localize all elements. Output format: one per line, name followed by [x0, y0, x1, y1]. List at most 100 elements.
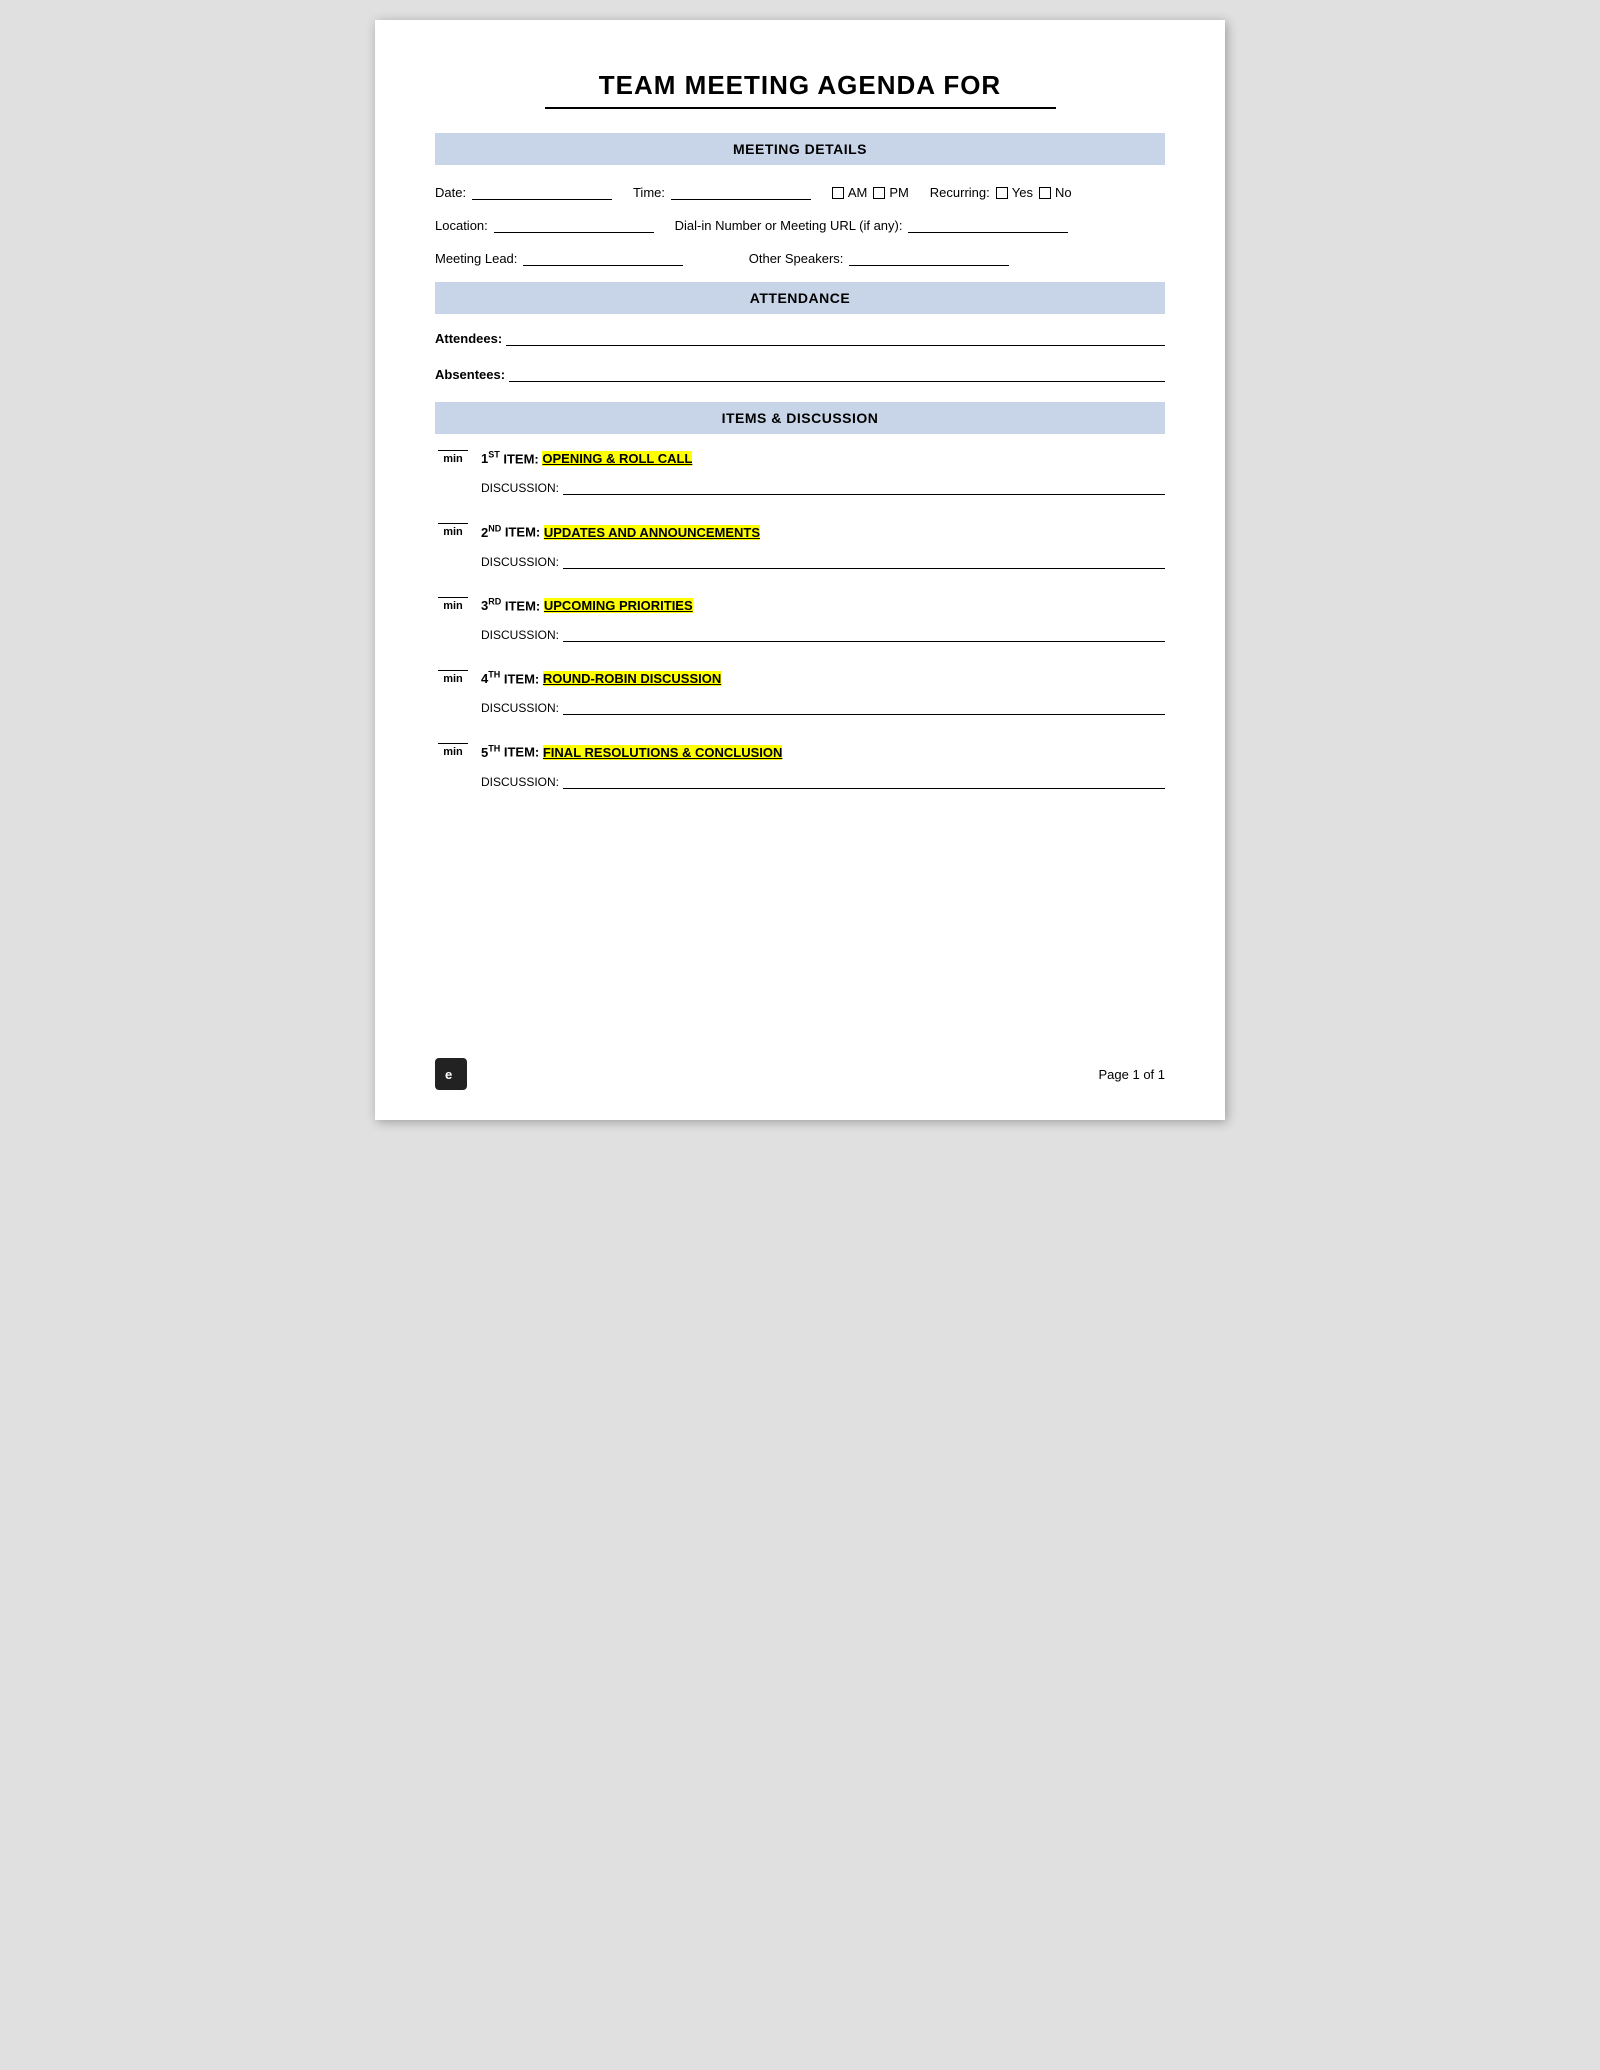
- item-2-discussion: DISCUSSION:: [435, 554, 1165, 569]
- date-label: Date:: [435, 185, 466, 200]
- agenda-item-2: min 2ND ITEM: UPDATES AND ANNOUNCEMENTS …: [435, 523, 1165, 568]
- item-2-ordinal: ND: [488, 523, 501, 533]
- meeting-details-header: MEETING DETAILS: [435, 133, 1165, 165]
- attendees-label: Attendees:: [435, 331, 502, 346]
- item-3-discussion: DISCUSSION:: [435, 627, 1165, 642]
- item-1-ordinal: ST: [488, 450, 500, 460]
- item-5-discussion-label: DISCUSSION:: [481, 775, 559, 789]
- item-3-discussion-label: DISCUSSION:: [481, 628, 559, 642]
- agenda-item-1-header: min 1ST ITEM: OPENING & ROLL CALL: [435, 450, 1165, 472]
- item-3-discussion-input[interactable]: [563, 627, 1165, 642]
- item-2-number: 2ND: [481, 525, 501, 540]
- no-label: No: [1055, 185, 1072, 200]
- item-3-ordinal: RD: [488, 597, 501, 607]
- item-1-discussion: DISCUSSION:: [435, 480, 1165, 495]
- agenda-item-3-header: min 3RD ITEM: UPCOMING PRIORITIES: [435, 597, 1165, 619]
- brand-icon-svg: e: [441, 1064, 461, 1084]
- item-4-min-line: [438, 670, 468, 671]
- agenda-item-2-header: min 2ND ITEM: UPDATES AND ANNOUNCEMENTS: [435, 523, 1165, 545]
- item-4-ordinal: TH: [488, 670, 500, 680]
- yes-checkbox[interactable]: [996, 187, 1008, 199]
- agenda-item-4-header: min 4TH ITEM: ROUND-ROBIN DISCUSSION: [435, 670, 1165, 692]
- item-4-number: 4TH: [481, 671, 500, 686]
- pm-label: PM: [889, 185, 909, 200]
- item-2-prefix: ITEM:: [505, 525, 544, 540]
- meeting-lead-label: Meeting Lead:: [435, 251, 517, 266]
- am-label: AM: [848, 185, 868, 200]
- title-underline: [545, 107, 1056, 109]
- item-5-min-label: min: [443, 746, 463, 758]
- meeting-lead-input[interactable]: [523, 247, 683, 266]
- item-2-content: 2ND ITEM: UPDATES AND ANNOUNCEMENTS: [481, 523, 1165, 545]
- dialin-label: Dial-in Number or Meeting URL (if any):: [675, 218, 903, 233]
- date-time-row: Date: Time: AM PM Recurring: Yes: [435, 181, 1165, 200]
- item-5-discussion-input[interactable]: [563, 774, 1165, 789]
- absentees-input[interactable]: [509, 366, 1165, 382]
- attendance-header: ATTENDANCE: [435, 282, 1165, 314]
- location-label: Location:: [435, 218, 488, 233]
- item-4-min-label: min: [443, 673, 463, 685]
- item-3-min-label: min: [443, 600, 463, 612]
- no-checkbox-group: No: [1039, 185, 1072, 200]
- item-5-discussion: DISCUSSION:: [435, 774, 1165, 789]
- am-checkbox-group: AM: [832, 185, 868, 200]
- item-3-highlight: UPCOMING PRIORITIES: [544, 598, 693, 613]
- item-4-title: 4TH ITEM: ROUND-ROBIN DISCUSSION: [481, 670, 1165, 686]
- item-1-prefix: ITEM:: [503, 451, 542, 466]
- item-1-discussion-input[interactable]: [563, 480, 1165, 495]
- item-4-content: 4TH ITEM: ROUND-ROBIN DISCUSSION: [481, 670, 1165, 692]
- items-header: ITEMS & DISCUSSION: [435, 402, 1165, 434]
- pm-checkbox[interactable]: [873, 187, 885, 199]
- agenda-item-4: min 4TH ITEM: ROUND-ROBIN DISCUSSION DIS…: [435, 670, 1165, 715]
- item-1-title: 1ST ITEM: OPENING & ROLL CALL: [481, 450, 1165, 466]
- absentees-row: Absentees:: [435, 366, 1165, 382]
- svg-text:e: e: [445, 1067, 452, 1082]
- item-3-min: min: [435, 597, 471, 612]
- meeting-details-section: MEETING DETAILS Date: Time: AM PM Recurr…: [435, 133, 1165, 266]
- location-row: Location: Dial-in Number or Meeting URL …: [435, 214, 1165, 233]
- agenda-item-5: min 5TH ITEM: FINAL RESOLUTIONS & CONCLU…: [435, 743, 1165, 788]
- am-checkbox[interactable]: [832, 187, 844, 199]
- items-discussion-section: ITEMS & DISCUSSION min 1ST ITEM: OPENING…: [435, 402, 1165, 789]
- item-5-min: min: [435, 743, 471, 758]
- item-5-content: 5TH ITEM: FINAL RESOLUTIONS & CONCLUSION: [481, 743, 1165, 765]
- attendees-input[interactable]: [506, 330, 1165, 346]
- item-3-content: 3RD ITEM: UPCOMING PRIORITIES: [481, 597, 1165, 619]
- item-2-discussion-input[interactable]: [563, 554, 1165, 569]
- item-4-discussion-label: DISCUSSION:: [481, 701, 559, 715]
- no-checkbox[interactable]: [1039, 187, 1051, 199]
- item-1-discussion-label: DISCUSSION:: [481, 481, 559, 495]
- item-2-discussion-label: DISCUSSION:: [481, 555, 559, 569]
- item-4-prefix: ITEM:: [504, 671, 543, 686]
- item-1-number: 1ST: [481, 451, 500, 466]
- agenda-item-1: min 1ST ITEM: OPENING & ROLL CALL DISCUS…: [435, 450, 1165, 495]
- attendees-row: Attendees:: [435, 330, 1165, 346]
- other-speakers-label: Other Speakers:: [749, 251, 844, 266]
- item-2-highlight: UPDATES AND ANNOUNCEMENTS: [544, 525, 760, 540]
- item-5-prefix: ITEM:: [504, 745, 543, 760]
- yes-checkbox-group: Yes: [996, 185, 1033, 200]
- agenda-item-5-header: min 5TH ITEM: FINAL RESOLUTIONS & CONCLU…: [435, 743, 1165, 765]
- item-1-min: min: [435, 450, 471, 465]
- item-3-number: 3RD: [481, 598, 501, 613]
- dialin-input[interactable]: [908, 214, 1068, 233]
- item-5-title: 5TH ITEM: FINAL RESOLUTIONS & CONCLUSION: [481, 743, 1165, 759]
- page-number: Page 1 of 1: [1099, 1067, 1166, 1082]
- item-2-title: 2ND ITEM: UPDATES AND ANNOUNCEMENTS: [481, 523, 1165, 539]
- location-input[interactable]: [494, 214, 654, 233]
- date-input[interactable]: [472, 181, 612, 200]
- item-2-min: min: [435, 523, 471, 538]
- item-4-discussion: DISCUSSION:: [435, 700, 1165, 715]
- other-speakers-input[interactable]: [849, 247, 1009, 266]
- brand-icon: e: [435, 1058, 467, 1090]
- item-3-prefix: ITEM:: [505, 598, 544, 613]
- recurring-label: Recurring:: [930, 185, 990, 200]
- lead-speakers-row: Meeting Lead: Other Speakers:: [435, 247, 1165, 266]
- item-4-discussion-input[interactable]: [563, 700, 1165, 715]
- item-5-number: 5TH: [481, 745, 500, 760]
- attendance-section: ATTENDANCE Attendees: Absentees:: [435, 282, 1165, 382]
- time-input[interactable]: [671, 181, 811, 200]
- time-label: Time:: [633, 185, 665, 200]
- item-5-highlight: FINAL RESOLUTIONS & CONCLUSION: [543, 745, 783, 760]
- item-1-highlight: OPENING & ROLL CALL: [542, 451, 692, 466]
